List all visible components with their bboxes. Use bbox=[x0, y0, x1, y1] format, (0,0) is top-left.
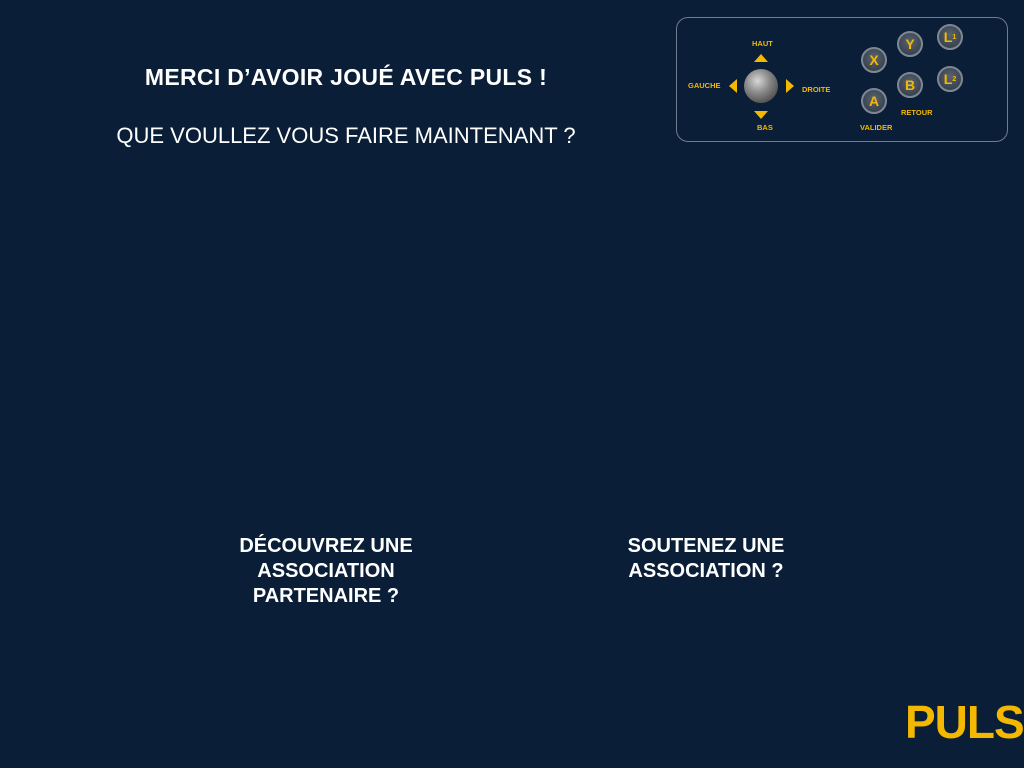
up-label: HAUT bbox=[752, 39, 773, 48]
puls-logo: PULS bbox=[905, 696, 1024, 748]
b-button-icon: B bbox=[897, 72, 923, 98]
down-label: BAS bbox=[757, 123, 773, 132]
right-label: DROITE bbox=[802, 85, 831, 94]
arrow-left-icon bbox=[729, 79, 737, 93]
page-title: MERCI D’AVOIR JOUÉ AVEC PULS ! bbox=[144, 64, 548, 90]
arrow-up-icon bbox=[754, 54, 768, 62]
controls-legend: HAUT GAUCHE DROITE BAS X Y L1 L2 B A RET… bbox=[676, 17, 1008, 142]
l2-button-icon: L2 bbox=[937, 66, 963, 92]
back-label: RETOUR bbox=[901, 108, 933, 117]
l1-button-icon: L1 bbox=[937, 24, 963, 50]
discover-partner-option[interactable]: DÉCOUVREZ UNE ASSOCIATION PARTENAIRE ? bbox=[216, 534, 436, 609]
page-subtitle: QUE VOULLEZ VOUS FAIRE MAINTENANT ? bbox=[116, 123, 576, 148]
x-button-icon: X bbox=[861, 47, 887, 73]
a-button-icon: A bbox=[861, 88, 887, 114]
left-label: GAUCHE bbox=[688, 81, 721, 90]
y-button-icon: Y bbox=[897, 31, 923, 57]
validate-label: VALIDER bbox=[860, 123, 893, 132]
arrow-right-icon bbox=[786, 79, 794, 93]
support-association-option[interactable]: SOUTENEZ UNE ASSOCIATION ? bbox=[596, 534, 816, 584]
arrow-down-icon bbox=[754, 111, 768, 119]
joystick-icon bbox=[744, 69, 778, 103]
